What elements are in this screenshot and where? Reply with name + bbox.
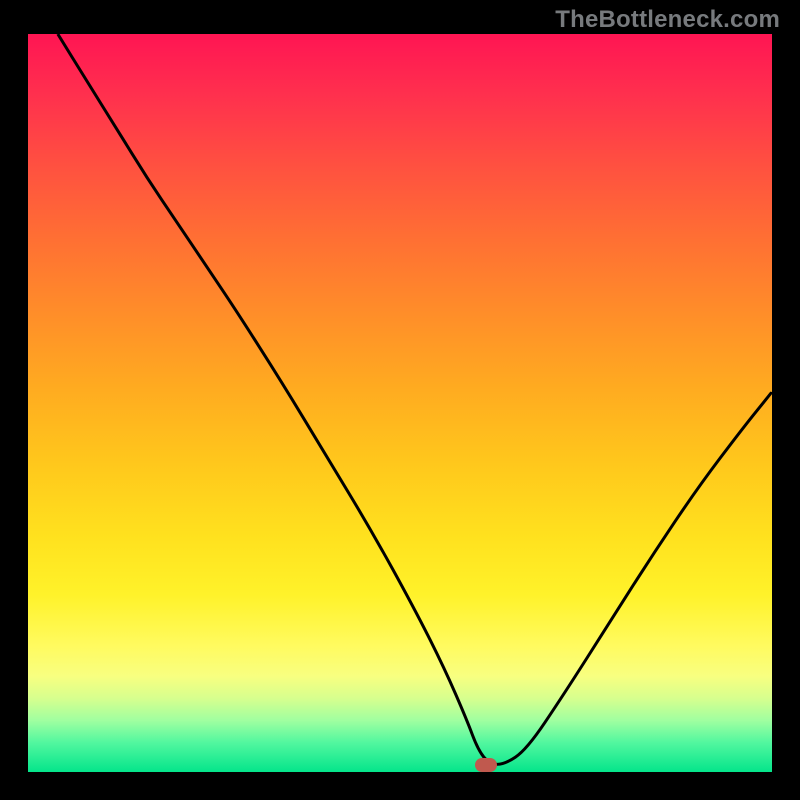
bottleneck-curve xyxy=(58,34,772,764)
optimum-point-marker xyxy=(475,758,497,772)
bottleneck-curve-svg xyxy=(28,34,772,772)
chart-frame: TheBottleneck.com xyxy=(0,0,800,800)
plot-area xyxy=(28,34,772,772)
watermark-text: TheBottleneck.com xyxy=(555,6,780,34)
